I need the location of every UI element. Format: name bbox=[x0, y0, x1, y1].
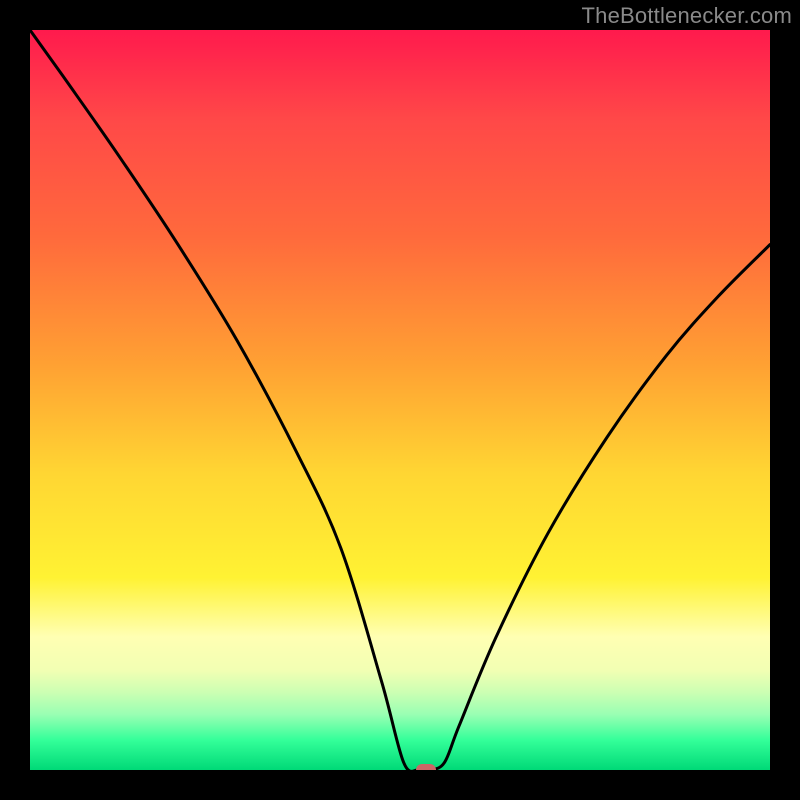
watermark-text: TheBottlenecker.com bbox=[582, 3, 792, 29]
chart-frame: TheBottlenecker.com bbox=[0, 0, 800, 800]
optimal-point-marker bbox=[416, 764, 436, 770]
bottleneck-curve bbox=[30, 30, 770, 770]
plot-area bbox=[30, 30, 770, 770]
